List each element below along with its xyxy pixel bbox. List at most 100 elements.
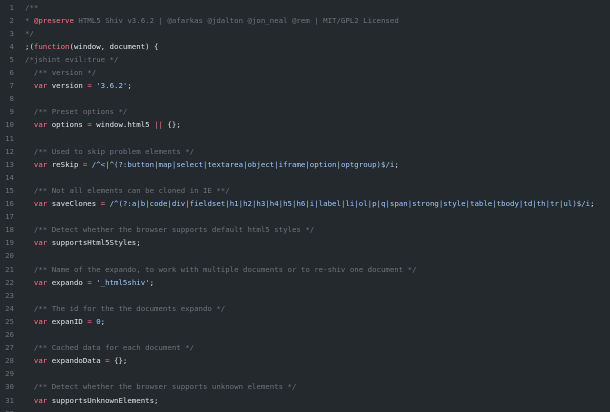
code-token: supportsHtml5Styles; [47,238,141,248]
line-number: 31 [5,395,14,405]
code-line[interactable]: 15 /** Not all elements can be cloned in… [0,184,610,197]
code-token: (window, document) { [69,41,159,51]
code-line[interactable]: 18 /** Detect whether the browser suppor… [0,223,610,236]
line-number: 30 [5,382,14,392]
code-line[interactable]: 28 var expandoData = {}; [0,354,610,367]
code-text: var expando = '_html5shiv'; [25,276,154,289]
code-text: var saveClones = /^(?:a|b|code|div|field… [25,197,595,210]
line-number: 8 [9,94,14,104]
code-text: /** Detect whether the browser supports … [25,223,314,236]
code-text: /** Detect whether the browser supports … [25,380,297,393]
code-line[interactable]: 2 * @preserve HTML5 Shiv v3.6.2 | @afarka… [0,14,610,27]
code-token: var [33,81,48,91]
line-number: 18 [5,225,14,235]
code-line[interactable]: 11 [0,132,610,145]
code-line[interactable]: 32 [0,407,610,412]
line-number: 22 [5,277,14,287]
code-token: /** Detect whether the browser supports … [25,225,315,235]
code-token: {}; [162,120,181,130]
code-token: /** version */ [25,68,97,77]
line-number: 12 [5,146,14,156]
code-text: /** Preset options */ [25,105,127,118]
code-line[interactable]: 14 [0,171,610,184]
code-line[interactable]: 6 /** version */ [0,66,610,79]
code-line[interactable]: 8 [0,92,610,105]
line-number: 17 [5,212,14,222]
code-token: /*jshint evil:true */ [25,54,119,64]
code-text: /** [25,1,38,14]
code-token: /** Preset options */ [25,107,128,117]
code-token: /** Used to skip problem elements */ [25,146,195,156]
line-number: 23 [5,290,14,300]
code-token: var [33,277,48,287]
code-token: window.html5 [91,120,155,130]
line-number: 32 [0,407,14,412]
code-line[interactable]: 31 var supportsUnknownElements; [0,394,610,407]
code-text: /** Cached data for each document */ [25,341,194,354]
code-token: var [33,356,48,366]
code-line[interactable]: 17 [0,210,610,223]
code-token: reSkip [47,159,83,169]
code-text: var supportsHtml5Styles; [25,236,141,249]
code-line[interactable]: 24 /** The id for the the documents expa… [0,302,610,315]
code-token: expandoData [47,356,106,366]
code-line[interactable]: 23 [0,289,610,302]
line-number: 9 [9,107,14,117]
code-token: var [33,395,48,405]
code-line[interactable]: 20 [0,249,610,262]
code-line[interactable]: 3 */ [0,27,610,40]
code-token: '3.6.2' [96,81,128,91]
code-text: /*jshint evil:true */ [25,53,118,66]
code-line[interactable]: 5 /*jshint evil:true */ [0,53,610,66]
code-token: version [47,81,88,91]
code-line[interactable]: 7 var version = '3.6.2'; [0,79,610,92]
code-line[interactable]: 1 /** [0,1,610,14]
code-line[interactable]: 30 /** Detect whether the browser suppor… [0,380,610,393]
code-line[interactable]: 19 var supportsHtml5Styles; [0,236,610,249]
code-token: var [33,120,48,130]
code-line[interactable]: 25 var expanID = 0; [0,315,610,328]
code-line[interactable]: 12 /** Used to skip problem elements */ [0,145,610,158]
code-text: */ [25,27,34,40]
code-token: @preserve [33,15,74,25]
line-number: 1 [9,2,14,12]
line-number: 27 [5,343,14,353]
code-line[interactable]: 22 var expando = '_html5shiv'; [0,276,610,289]
line-number: 10 [5,120,14,130]
code-token: /** Cached data for each document */ [25,343,195,353]
code-line[interactable]: 27 /** Cached data for each document */ [0,341,610,354]
line-number: 24 [5,303,14,313]
code-text: var options = window.html5 || {}; [25,118,181,131]
code-line[interactable]: 4 ;(function(window, document) { [0,40,610,53]
code-token: function [33,41,70,51]
line-number: 5 [9,54,14,64]
code-editor[interactable]: 1 /** 2 * @preserve HTML5 Shiv v3.6.2 | @af… [0,0,610,412]
code-text: ;(function(window, document) { [25,40,159,53]
code-token: '_html5shiv' [96,277,150,287]
code-line[interactable]: 29 [0,367,610,380]
code-token: var [33,316,48,326]
code-token: ; [100,316,106,326]
line-number: 28 [5,356,14,366]
code-line[interactable]: 13 var reSkip = /^<|^(?:button|map|selec… [0,158,610,171]
code-token: /** Not all elements can be cloned in IE… [25,185,230,195]
code-token: ; [590,199,595,208]
code-line[interactable]: 26 [0,328,610,341]
line-number: 2 [9,15,14,25]
code-line[interactable]: 10 var options = window.html5 || {}; [0,118,610,131]
code-token: var [33,159,48,169]
code-line[interactable]: 9 /** Preset options */ [0,105,610,118]
line-number: 3 [9,28,14,38]
code-line[interactable]: 21 /** Name of the expando, to work with… [0,263,610,276]
code-line[interactable]: 16 var saveClones = /^(?:a|b|code|div|fi… [0,197,610,210]
code-token: expanID [47,316,88,326]
line-number: 7 [9,81,14,91]
code-token: /** Detect whether the browser supports … [25,382,297,392]
line-number: 26 [5,330,14,339]
